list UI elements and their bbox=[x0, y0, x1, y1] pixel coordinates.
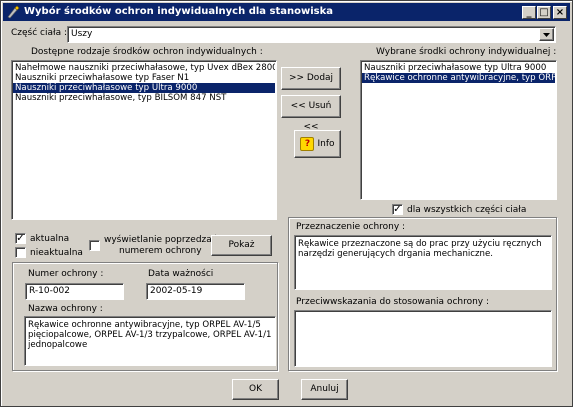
number-label: Numer ochrony : bbox=[28, 269, 104, 279]
close-button[interactable]: × bbox=[553, 6, 567, 19]
dropdown-arrow-icon[interactable] bbox=[539, 28, 554, 41]
info-label: Info bbox=[317, 139, 335, 149]
add-button[interactable]: >> Dodaj >> bbox=[281, 67, 341, 104]
contraindications-memo[interactable] bbox=[294, 310, 552, 367]
date-label: Data ważności bbox=[148, 269, 214, 279]
ok-button[interactable]: OK bbox=[232, 379, 279, 400]
selected-list[interactable]: Nauszniki przeciwhałasowe typ Ultra 9000… bbox=[360, 60, 557, 200]
aktualna-label: aktualna bbox=[30, 234, 70, 244]
purpose-memo[interactable]: Rękawice przeznaczone są do prac przy uż… bbox=[294, 235, 552, 290]
cancel-button[interactable]: Anuluj bbox=[301, 379, 348, 400]
remove-button[interactable]: << Usuń << bbox=[281, 95, 341, 132]
minimize-button[interactable]: _ bbox=[522, 6, 536, 19]
sort-by-number-label-line2: numerem ochrony bbox=[119, 246, 202, 256]
list-item[interactable]: Nahełmowe nauszniki przeciwhałasowe, typ… bbox=[13, 63, 275, 73]
all-parts-label: dla wszystkich części ciała bbox=[407, 205, 527, 215]
nieaktualna-label: nieaktualna bbox=[30, 248, 83, 258]
body-part-value: Uszy bbox=[71, 29, 93, 39]
list-item[interactable]: Nauszniki przeciwhałasowe typ Ultra 9000 bbox=[362, 63, 555, 73]
list-item[interactable]: Nauszniki przeciwhałasowe, typ BILSOM 84… bbox=[13, 93, 275, 103]
date-field[interactable]: 2002-05-19 bbox=[146, 283, 245, 300]
dialog-window: Wybór środków ochron indywidualnych dla … bbox=[0, 0, 573, 407]
purpose-label: Przeznaczenie ochrony : bbox=[296, 222, 406, 232]
maximize-button[interactable]: □ bbox=[537, 6, 551, 19]
body-part-label: Część ciała : bbox=[11, 28, 67, 38]
sort-by-number-label-line1: wyświetlanie poprzedzać bbox=[104, 235, 217, 245]
list-item-selected[interactable]: Nauszniki przeciwhałasowe typ Ultra 9000 bbox=[13, 83, 275, 93]
list-item[interactable]: Nauszniki przeciwhałasowe typ Faser N1 bbox=[13, 73, 275, 83]
show-button[interactable]: Pokaż bbox=[211, 235, 272, 256]
contraindications-label: Przeciwwskazania do stosowania ochrony : bbox=[296, 297, 490, 307]
number-field[interactable]: R-10-002 bbox=[25, 283, 124, 300]
name-memo[interactable]: Rękawice ochronne antywibracyjne, typ OR… bbox=[24, 316, 276, 366]
all-parts-checkbox[interactable]: ✓ bbox=[392, 204, 403, 215]
window-title: Wybór środków ochron indywidualnych dla … bbox=[24, 6, 334, 17]
selected-list-label: Wybrane środki ochrony indywidualnej : bbox=[376, 47, 557, 57]
available-list[interactable]: Nahełmowe nauszniki przeciwhałasowe, typ… bbox=[11, 60, 277, 220]
nieaktualna-checkbox[interactable] bbox=[15, 247, 26, 258]
name-label: Nazwa ochrony : bbox=[28, 304, 103, 314]
sort-by-number-checkbox[interactable] bbox=[89, 240, 100, 251]
app-icon bbox=[7, 5, 20, 19]
help-icon: ? bbox=[300, 137, 315, 151]
info-button[interactable]: ? Info bbox=[294, 130, 341, 158]
available-list-label: Dostępne rodzaje środków ochron indywidu… bbox=[31, 47, 263, 57]
list-item-selected[interactable]: Rękawice ochronne antywibracyjne, typ OR… bbox=[362, 73, 555, 83]
title-bar[interactable]: Wybór środków ochron indywidualnych dla … bbox=[3, 3, 570, 21]
aktualna-checkbox[interactable]: ✓ bbox=[15, 233, 26, 244]
body-part-combobox[interactable]: Uszy bbox=[67, 26, 556, 43]
